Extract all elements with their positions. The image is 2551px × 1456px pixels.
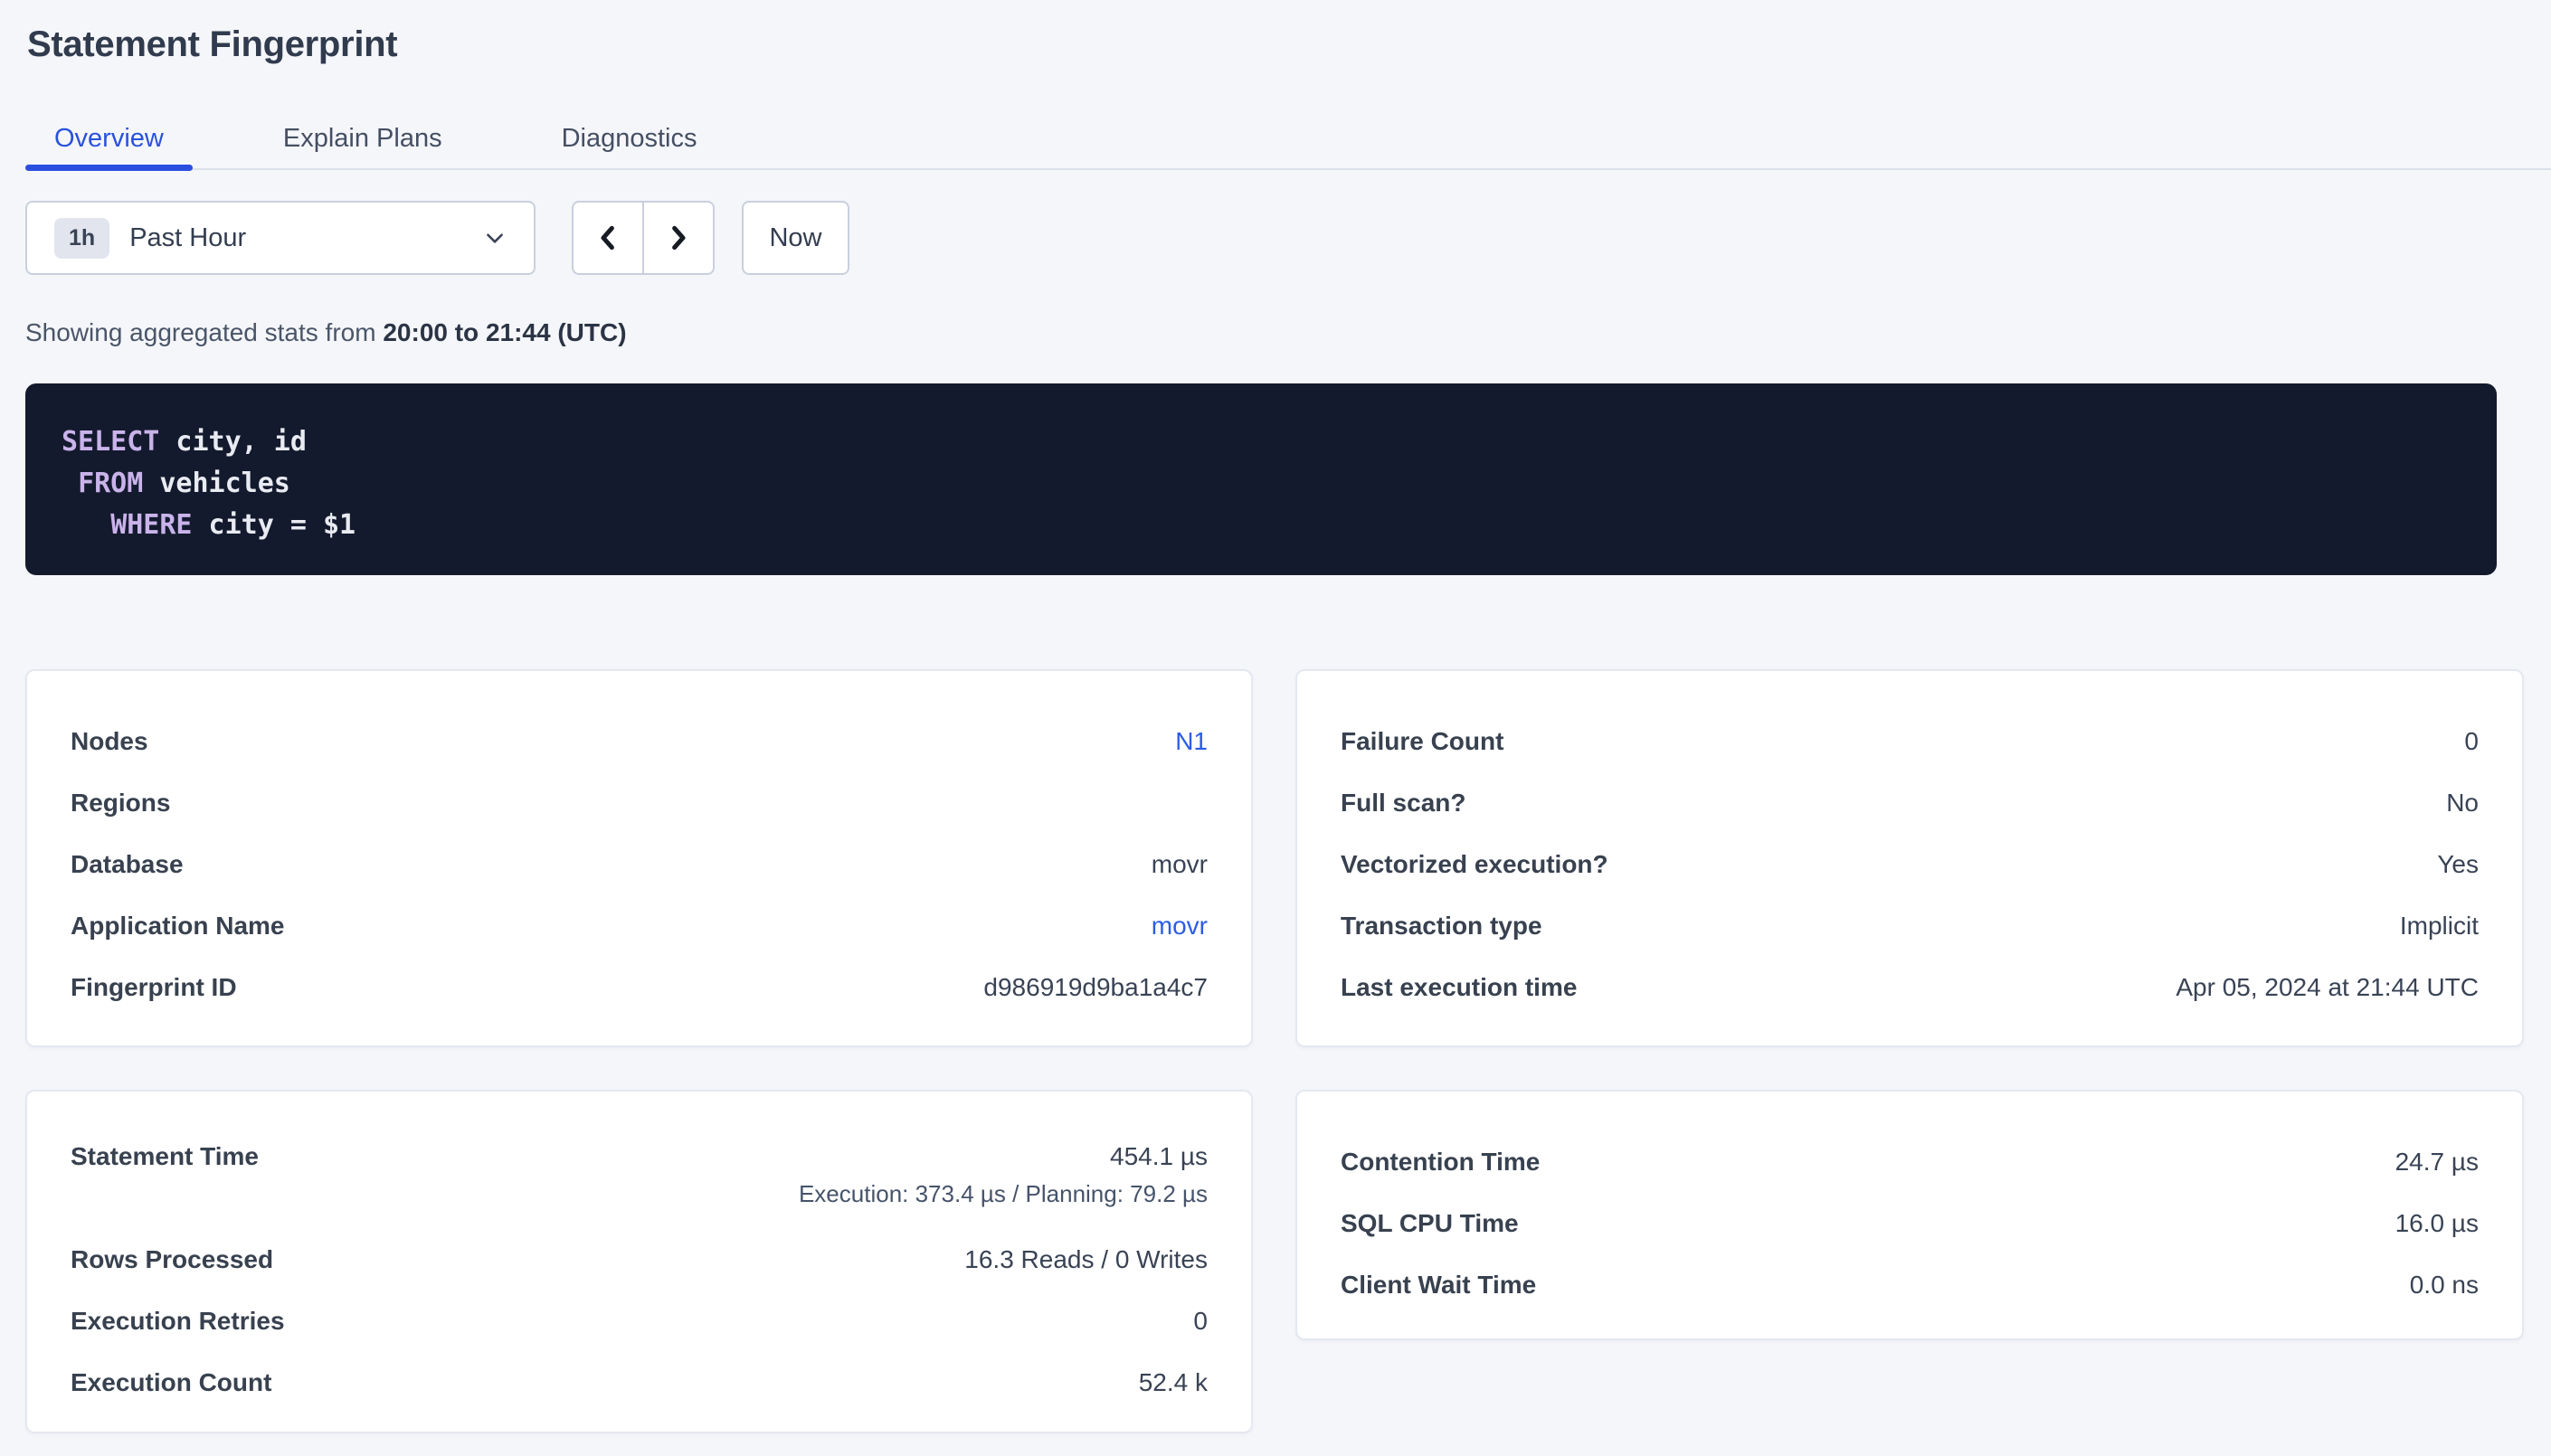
sql-line-1: SELECT city, id: [62, 421, 2461, 463]
row-label: Transaction type: [1341, 912, 1542, 941]
page-title: Statement Fingerprint: [27, 20, 397, 69]
detail-row-transaction-type: Transaction type Implicit: [1341, 895, 2479, 957]
detail-row-database: Database movr: [71, 834, 1208, 895]
statement-time-breakdown: Execution: 373.4 µs / Planning: 79.2 µs: [799, 1180, 1208, 1208]
row-value: 52.4 k: [1139, 1368, 1208, 1397]
perf-row-rows-processed: Rows Processed 16.3 Reads / 0 Writes: [71, 1229, 1208, 1291]
sql-keyword: WHERE: [110, 509, 192, 541]
tab-diagnostics[interactable]: Diagnostics: [533, 107, 726, 170]
row-label: SQL CPU Time: [1341, 1209, 1519, 1238]
row-label: Regions: [71, 789, 170, 818]
tab-bar: Overview Explain Plans Diagnostics: [0, 107, 2551, 170]
chevron-down-icon: [483, 226, 507, 250]
row-label: Last execution time: [1341, 973, 1577, 1002]
row-label: Database: [71, 850, 184, 879]
chevron-right-icon: [665, 222, 692, 253]
time-range-badge: 1h: [54, 218, 109, 259]
time-controls: 1h Past Hour Now: [25, 201, 849, 275]
now-button-label: Now: [769, 223, 821, 253]
nodes-link[interactable]: N1: [1175, 727, 1208, 756]
application-name-link[interactable]: movr: [1152, 912, 1208, 941]
row-label: Execution Retries: [71, 1307, 285, 1336]
sql-keyword: SELECT: [62, 426, 159, 458]
time-range-label: Past Hour: [129, 223, 483, 253]
row-value: Implicit: [2400, 912, 2479, 941]
row-label: Failure Count: [1341, 727, 1503, 756]
previous-time-range-button[interactable]: [572, 201, 643, 275]
statement-performance-card: Statement Time 454.1 µs Execution: 373.4…: [25, 1090, 1253, 1433]
row-value: 454.1 µs: [1110, 1142, 1208, 1171]
tab-explain-plans[interactable]: Explain Plans: [254, 107, 471, 170]
detail-row-last-execution-time: Last execution time Apr 05, 2024 at 21:4…: [1341, 957, 2479, 1018]
row-value: 0.0 ns: [2410, 1271, 2479, 1300]
row-label: Rows Processed: [71, 1245, 273, 1274]
detail-row-regions: Regions: [71, 772, 1208, 834]
perf-row-execution-retries: Execution Retries 0: [71, 1291, 1208, 1352]
perf-row-contention-time: Contention Time 24.7 µs: [1341, 1131, 2479, 1193]
sql-keyword: FROM: [78, 468, 143, 499]
row-value: 16.3 Reads / 0 Writes: [964, 1245, 1208, 1274]
execution-attributes-card: Failure Count 0 Full scan? No Vectorized…: [1295, 669, 2524, 1047]
perf-row-sql-cpu-time: SQL CPU Time 16.0 µs: [1341, 1193, 2479, 1254]
row-label: Client Wait Time: [1341, 1271, 1536, 1300]
row-value: Yes: [2437, 850, 2479, 879]
row-label: Nodes: [71, 727, 148, 756]
detail-row-vectorized-execution: Vectorized execution? Yes: [1341, 834, 2479, 895]
row-label: Contention Time: [1341, 1148, 1540, 1177]
perf-row-execution-count: Execution Count 52.4 k: [71, 1352, 1208, 1413]
time-range-dropdown[interactable]: 1h Past Hour: [25, 201, 536, 275]
aggregated-stats-caption: Showing aggregated stats from 20:00 to 2…: [25, 318, 627, 347]
sql-line-2: FROM vehicles: [62, 463, 2461, 505]
detail-row-failure-count: Failure Count 0: [1341, 711, 2479, 772]
detail-row-nodes: Nodes N1: [71, 711, 1208, 772]
tab-overview[interactable]: Overview: [25, 107, 193, 170]
aggregated-stats-prefix: Showing aggregated stats from: [25, 318, 383, 346]
row-value: No: [2446, 789, 2479, 818]
tab-diagnostics-label: Diagnostics: [562, 124, 697, 154]
detail-row-fingerprint-id: Fingerprint ID d986919d9ba1a4c7: [71, 957, 1208, 1018]
row-label: Vectorized execution?: [1341, 850, 1608, 879]
row-label: Full scan?: [1341, 789, 1465, 818]
tab-overview-label: Overview: [54, 124, 164, 154]
row-value: d986919d9ba1a4c7: [983, 973, 1208, 1002]
chevron-left-icon: [594, 222, 621, 253]
next-time-range-button[interactable]: [643, 201, 715, 275]
row-value: 16.0 µs: [2395, 1209, 2479, 1238]
statement-details-card: Nodes N1 Regions Database movr Applicati…: [25, 669, 1253, 1047]
row-label: Application Name: [71, 912, 284, 941]
wait-time-card: Contention Time 24.7 µs SQL CPU Time 16.…: [1295, 1090, 2524, 1340]
detail-row-full-scan: Full scan? No: [1341, 772, 2479, 834]
row-value: movr: [1152, 850, 1208, 879]
perf-row-statement-time: Statement Time 454.1 µs Execution: 373.4…: [71, 1131, 1208, 1229]
row-value: 24.7 µs: [2395, 1148, 2479, 1177]
sql-statement-box: SELECT city, id FROM vehicles WHERE city…: [25, 383, 2497, 575]
detail-row-application-name: Application Name movr: [71, 895, 1208, 957]
perf-row-client-wait-time: Client Wait Time 0.0 ns: [1341, 1254, 2479, 1316]
row-value: Apr 05, 2024 at 21:44 UTC: [2176, 973, 2479, 1002]
sql-line-3: WHERE city = $1: [62, 505, 2461, 546]
row-label: Execution Count: [71, 1368, 271, 1397]
row-label: Statement Time: [71, 1142, 259, 1171]
row-label: Fingerprint ID: [71, 973, 237, 1002]
tab-explain-plans-label: Explain Plans: [283, 124, 442, 154]
now-button[interactable]: Now: [742, 201, 849, 275]
aggregated-stats-range: 20:00 to 21:44 (UTC): [383, 318, 626, 346]
row-value: 0: [2464, 727, 2479, 756]
row-value: 0: [1193, 1307, 1208, 1336]
